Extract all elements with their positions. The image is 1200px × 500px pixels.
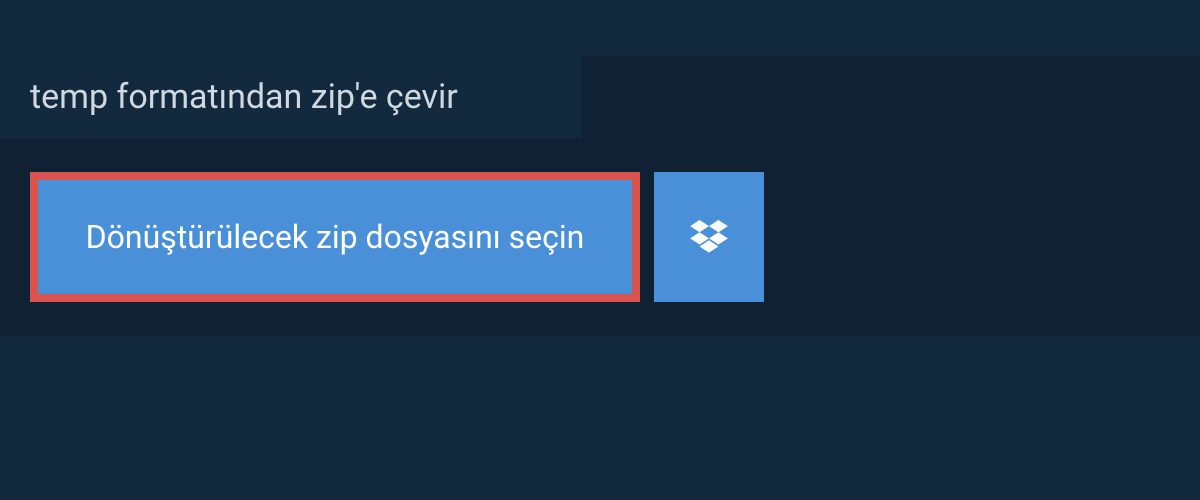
select-file-label: Dönüştürülecek zip dosyasını seçin xyxy=(86,218,585,256)
action-row: Dönüştürülecek zip dosyasını seçin xyxy=(30,172,764,302)
page-title: temp formatından zip'e çevir xyxy=(30,77,458,117)
select-file-button[interactable]: Dönüştürülecek zip dosyasını seçin xyxy=(30,172,640,302)
title-tab: temp formatından zip'e çevir xyxy=(0,56,582,138)
dropbox-button[interactable] xyxy=(654,172,764,302)
dropbox-icon xyxy=(690,220,728,254)
